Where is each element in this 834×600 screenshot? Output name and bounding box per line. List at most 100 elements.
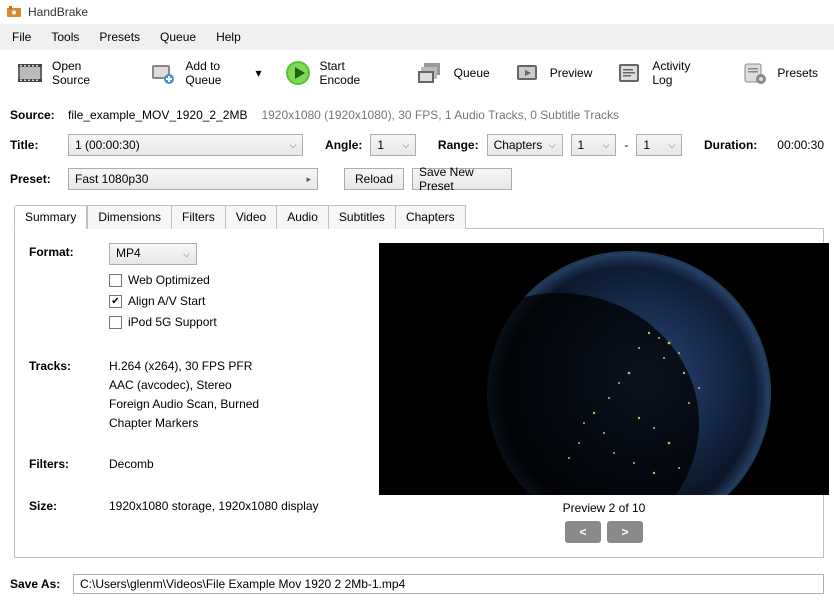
toolbar: Open Source Add to Queue ▾ Start Encode bbox=[0, 51, 834, 96]
format-value: MP4 bbox=[116, 244, 141, 263]
preview-prev-button[interactable]: < bbox=[565, 521, 601, 543]
tracks-line-3: Foreign Audio Scan, Burned bbox=[109, 395, 359, 414]
range-end-value: 1 bbox=[643, 138, 650, 152]
tab-subtitles[interactable]: Subtitles bbox=[329, 205, 396, 229]
preview-column: Preview 2 of 10 < > bbox=[379, 243, 829, 543]
menu-presets[interactable]: Presets bbox=[89, 27, 150, 47]
format-label: Format: bbox=[29, 243, 109, 335]
range-type-value: Chapters bbox=[494, 138, 543, 152]
ipod-checkbox[interactable] bbox=[109, 316, 122, 329]
title-bar: HandBrake bbox=[0, 0, 834, 24]
preset-row: Preset: Fast 1080p30 ▸ Reload Save New P… bbox=[0, 162, 834, 196]
start-encode-button[interactable]: Start Encode bbox=[275, 55, 390, 91]
add-to-queue-button[interactable]: Add to Queue ▾ bbox=[139, 55, 271, 91]
size-label: Size: bbox=[29, 497, 109, 516]
range-label: Range: bbox=[438, 138, 479, 152]
range-dash: - bbox=[624, 138, 628, 152]
chevron-right-icon: ▸ bbox=[306, 174, 311, 185]
save-as-row: Save As: C:\Users\glenm\Videos\File Exam… bbox=[0, 568, 834, 600]
tab-summary[interactable]: Summary bbox=[14, 205, 87, 229]
play-icon bbox=[285, 60, 311, 86]
menu-file[interactable]: File bbox=[2, 27, 41, 47]
save-as-value: C:\Users\glenm\Videos\File Example Mov 1… bbox=[80, 577, 405, 591]
format-select[interactable]: MP4 ⌵ bbox=[109, 243, 197, 265]
presets-label: Presets bbox=[777, 66, 818, 80]
tab-dimensions[interactable]: Dimensions bbox=[87, 205, 172, 229]
queue-button[interactable]: Queue bbox=[408, 56, 500, 90]
preset-label: Preset: bbox=[10, 172, 60, 186]
tab-video[interactable]: Video bbox=[226, 205, 277, 229]
tab-filters[interactable]: Filters bbox=[172, 205, 226, 229]
tracks-line-4: Chapter Markers bbox=[109, 414, 359, 433]
menu-tools[interactable]: Tools bbox=[41, 27, 89, 47]
activity-log-label: Activity Log bbox=[652, 59, 704, 87]
reload-button[interactable]: Reload bbox=[344, 168, 404, 190]
duration-value: 00:00:30 bbox=[777, 138, 824, 152]
filters-value: Decomb bbox=[109, 455, 359, 474]
range-start-value: 1 bbox=[578, 138, 585, 152]
tracks-line-2: AAC (avcodec), Stereo bbox=[109, 376, 359, 395]
source-filename: file_example_MOV_1920_2_2MB bbox=[68, 108, 247, 122]
preset-select[interactable]: Fast 1080p30 ▸ bbox=[68, 168, 318, 190]
title-select[interactable]: 1 (00:00:30) ⌵ bbox=[68, 134, 303, 156]
preview-caption: Preview 2 of 10 bbox=[563, 501, 646, 515]
title-label: Title: bbox=[10, 138, 60, 152]
preview-nav: < > bbox=[565, 521, 643, 543]
preview-button[interactable]: Preview bbox=[504, 56, 603, 90]
menu-queue[interactable]: Queue bbox=[150, 27, 206, 47]
add-to-queue-label: Add to Queue bbox=[185, 59, 247, 87]
chevron-down-icon: ⌵ bbox=[402, 140, 409, 151]
menu-bar: File Tools Presets Queue Help bbox=[0, 24, 834, 51]
preview-icon bbox=[514, 60, 542, 86]
tracks-line-1: H.264 (x264), 30 FPS PFR bbox=[109, 357, 359, 376]
preview-label: Preview bbox=[550, 66, 593, 80]
chevron-down-icon: ⌵ bbox=[290, 140, 297, 151]
tab-panel-summary: Format: MP4 ⌵ Web Optimized ✔ Align A/V … bbox=[14, 229, 824, 558]
chevron-down-icon: ⌵ bbox=[603, 140, 610, 151]
tab-chapters[interactable]: Chapters bbox=[396, 205, 466, 229]
range-end-select[interactable]: 1 ⌵ bbox=[636, 134, 682, 156]
source-row: Source: file_example_MOV_1920_2_2MB 1920… bbox=[0, 96, 834, 128]
chevron-down-icon: ⌵ bbox=[183, 247, 190, 261]
queue-label: Queue bbox=[454, 66, 490, 80]
preset-value: Fast 1080p30 bbox=[75, 172, 148, 186]
filters-label: Filters: bbox=[29, 455, 109, 474]
tab-strip: Summary Dimensions Filters Video Audio S… bbox=[14, 204, 824, 229]
save-as-label: Save As: bbox=[10, 577, 65, 591]
source-label: Source: bbox=[10, 108, 60, 122]
app-icon bbox=[6, 4, 22, 20]
web-optimized-checkbox[interactable] bbox=[109, 274, 122, 287]
summary-left-column: Format: MP4 ⌵ Web Optimized ✔ Align A/V … bbox=[29, 243, 359, 543]
app-title: HandBrake bbox=[28, 5, 88, 19]
range-type-select[interactable]: Chapters ⌵ bbox=[487, 134, 563, 156]
presets-button[interactable]: Presets bbox=[731, 56, 828, 90]
title-row: Title: 1 (00:00:30) ⌵ Angle: 1 ⌵ Range: … bbox=[0, 128, 834, 162]
activity-log-button[interactable]: Activity Log bbox=[606, 55, 714, 91]
start-encode-label: Start Encode bbox=[319, 59, 380, 87]
chevron-down-icon: ⌵ bbox=[549, 140, 556, 151]
activity-log-icon bbox=[616, 60, 644, 86]
duration-label: Duration: bbox=[704, 138, 757, 152]
presets-icon bbox=[741, 60, 769, 86]
open-source-button[interactable]: Open Source bbox=[6, 55, 122, 91]
tracks-label: Tracks: bbox=[29, 357, 109, 434]
angle-value: 1 bbox=[377, 138, 384, 152]
preview-next-button[interactable]: > bbox=[607, 521, 643, 543]
title-select-value: 1 (00:00:30) bbox=[75, 138, 140, 152]
source-info: 1920x1080 (1920x1080), 30 FPS, 1 Audio T… bbox=[261, 108, 619, 122]
align-av-checkbox[interactable]: ✔ bbox=[109, 295, 122, 308]
angle-label: Angle: bbox=[325, 138, 362, 152]
chevron-down-icon: ⌵ bbox=[669, 140, 676, 151]
preview-image bbox=[379, 243, 829, 495]
align-av-label: Align A/V Start bbox=[128, 292, 205, 311]
chevron-down-icon[interactable]: ▾ bbox=[255, 66, 261, 80]
range-start-select[interactable]: 1 ⌵ bbox=[571, 134, 617, 156]
menu-help[interactable]: Help bbox=[206, 27, 251, 47]
save-as-field[interactable]: C:\Users\glenm\Videos\File Example Mov 1… bbox=[73, 574, 824, 594]
angle-select[interactable]: 1 ⌵ bbox=[370, 134, 416, 156]
tab-audio[interactable]: Audio bbox=[277, 205, 329, 229]
size-value: 1920x1080 storage, 1920x1080 display bbox=[109, 497, 359, 516]
web-optimized-label: Web Optimized bbox=[128, 271, 210, 290]
ipod-label: iPod 5G Support bbox=[128, 313, 217, 332]
save-new-preset-button[interactable]: Save New Preset bbox=[412, 168, 512, 190]
